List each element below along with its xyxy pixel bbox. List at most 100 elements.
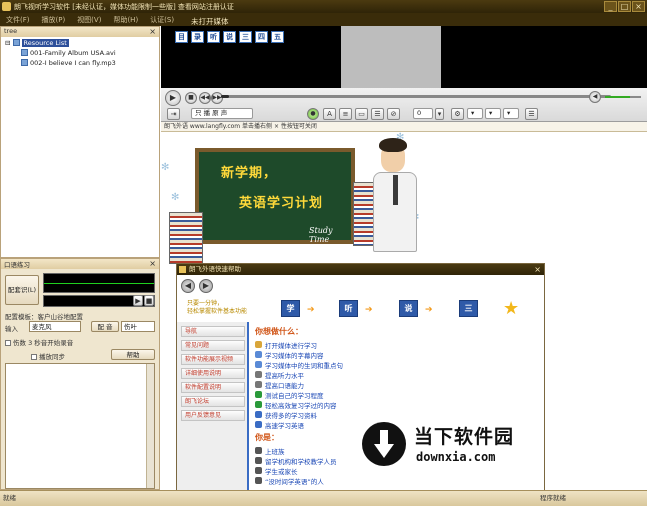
action-link-3[interactable]: 提高听力水平 (265, 370, 304, 380)
worker-icon (255, 447, 262, 454)
app-icon (179, 266, 186, 273)
action-link-2[interactable]: 学习媒体中的生词和重点句 (265, 360, 343, 370)
step-4[interactable]: 三 (459, 300, 478, 317)
setting-select-3[interactable]: ▾ (503, 108, 519, 119)
video-button-1[interactable]: 目 (175, 31, 188, 43)
close-icon[interactable]: × (149, 259, 156, 268)
role-link-2[interactable]: 学生或家长 (265, 466, 298, 476)
expand-icon[interactable]: ⊟ (5, 39, 10, 47)
subtitle-icon[interactable]: ▭ (355, 108, 368, 120)
oral-practice-header: 口语练习 × (1, 259, 159, 269)
play-icon[interactable]: ▶ (165, 90, 181, 106)
setting-select-1[interactable]: ▾ (467, 108, 483, 119)
close-icon[interactable]: × (149, 27, 156, 36)
match-button[interactable]: 配 音 (91, 321, 119, 332)
sidebar-item-nav[interactable]: 导航 (181, 326, 245, 337)
ab-repeat-icon[interactable]: A (323, 108, 336, 120)
video-button-7[interactable]: 五 (271, 31, 284, 43)
materials-icon (255, 411, 262, 418)
menu-help[interactable]: 帮助(H) (107, 13, 144, 25)
menu-file[interactable]: 文件(F) (0, 13, 36, 25)
record-button[interactable]: 配套识(L) (5, 275, 39, 305)
video-button-2[interactable]: 录 (191, 31, 204, 43)
delay-checkbox[interactable]: 伤数 3 秒音开始录音 (5, 337, 73, 347)
match-select[interactable]: 伤叶 (121, 321, 155, 332)
file-open-icon[interactable]: ⇥ (167, 108, 180, 120)
stop-record-button[interactable]: ■ (144, 295, 154, 306)
action-link-0[interactable]: 打开媒体进行学习 (265, 340, 317, 350)
volume-icon[interactable]: ◀ (589, 91, 601, 103)
rewind-icon[interactable]: ◀◀ (199, 92, 211, 104)
action-link-7[interactable]: 获得多的学习资料 (265, 410, 317, 420)
sidebar-item-feedback[interactable]: 用户反馈意见 (181, 410, 245, 421)
role-link-1[interactable]: 留学机构和学校教学人员 (265, 456, 337, 466)
menu-view[interactable]: 视图(V) (71, 13, 107, 25)
mode-select[interactable]: 只 播 原 声 (191, 108, 253, 119)
tree-item-label: 001-Family Album USA.avi (30, 49, 116, 57)
action-link-6[interactable]: 轻松高效复习学过的内容 (265, 400, 337, 410)
minimize-button[interactable]: _ (604, 1, 617, 12)
role-link-3[interactable]: “没时间学英语”的人 (265, 476, 324, 486)
action-link-5[interactable]: 测试自己的学习程度 (265, 390, 324, 400)
loop-icon[interactable]: ● (307, 108, 319, 120)
forward-icon[interactable]: ▶ (199, 279, 213, 293)
video-button-4[interactable]: 说 (223, 31, 236, 43)
list-icon[interactable]: ☰ (371, 108, 384, 120)
dictionary-icon[interactable]: ☰ (525, 108, 538, 120)
scrollbar[interactable] (146, 364, 154, 488)
volume-slider[interactable] (605, 96, 641, 98)
video-area[interactable]: 目 录 听 说 三 四 五 (161, 26, 647, 88)
play-record-button[interactable]: ▶ (133, 295, 143, 306)
sentence-icon[interactable]: ≡ (339, 108, 352, 120)
help-main: 你想做什么： 打开媒体进行学习 学习媒体的字幕内容 学习媒体中的生词和重点句 提… (255, 322, 415, 498)
maximize-button[interactable]: □ (618, 1, 631, 12)
action-link-8[interactable]: 高速学习英语 (265, 420, 304, 430)
speed-field[interactable]: 0 (413, 108, 433, 119)
close-icon[interactable]: × (534, 264, 541, 275)
practice-text-area[interactable] (5, 363, 155, 489)
step-3[interactable]: 说 (399, 300, 418, 317)
help-dialog-titlebar: 朗飞外语快速帮助 × (177, 264, 544, 275)
action-link-4[interactable]: 提高口语能力 (265, 380, 304, 390)
checkbox-icon[interactable] (31, 354, 37, 360)
help-slogan: 只要一分钟， 轻松掌握软件基本功能 (187, 300, 248, 315)
stop-icon[interactable]: ■ (185, 92, 197, 104)
sidebar-item-manual[interactable]: 详细使用说明 (181, 368, 245, 379)
menu-auth[interactable]: 认证(S) (144, 13, 180, 25)
sidebar-item-forum[interactable]: 朗飞论坛 (181, 396, 245, 407)
chalkboard-banner: 新学期， 英语学习计划 Study Time (195, 148, 355, 244)
speed-stepper-icon[interactable]: ▾ (435, 108, 444, 120)
menu-play[interactable]: 播放(P) (36, 13, 72, 25)
input-device-select[interactable]: 麦克风 (29, 321, 81, 332)
forward-icon[interactable]: ▶▶ (211, 92, 223, 104)
sidebar-item-config[interactable]: 软件配置说明 (181, 382, 245, 393)
sync-checkbox[interactable]: 播放同步 (31, 351, 65, 361)
menu-bar: 文件(F) 播放(P) 视图(V) 帮助(H) 认证(S) 未打开媒体 (0, 13, 647, 26)
sidebar-item-video[interactable]: 软件功能展示视频 (181, 354, 245, 365)
step-1[interactable]: 学 (281, 300, 300, 317)
folder-icon (255, 341, 262, 348)
video-button-5[interactable]: 三 (239, 31, 252, 43)
oral-practice-panel: 口语练习 × 配套识(L) ▶ ■ 配置模板：客户山谷地配置 输入 麦克风 配 音… (0, 258, 160, 490)
back-icon[interactable]: ◀ (181, 279, 195, 293)
clock-icon (255, 477, 262, 484)
close-button[interactable]: × (632, 1, 645, 12)
step-2[interactable]: 听 (339, 300, 358, 317)
help-button[interactable]: 帮助 (111, 349, 155, 360)
video-button-6[interactable]: 四 (255, 31, 268, 43)
folder-icon (12, 39, 20, 46)
student-hair (379, 138, 407, 152)
tree-root[interactable]: ⊟ Resource List (5, 39, 69, 47)
setting-select-2[interactable]: ▾ (485, 108, 501, 119)
video-button-3[interactable]: 听 (207, 31, 220, 43)
sidebar-item-faq[interactable]: 常见问题 (181, 340, 245, 351)
tree-item-audio[interactable]: 002-I believe I can fly.mp3 (21, 59, 116, 67)
progress-bar[interactable] (221, 95, 611, 98)
action-link-1[interactable]: 学习媒体的字幕内容 (265, 350, 324, 360)
checkbox-icon[interactable] (5, 340, 11, 346)
mute-icon[interactable]: ⊘ (387, 108, 400, 120)
banner-line-2: 英语学习计划 (239, 196, 324, 211)
settings-icon[interactable]: ⚙ (451, 108, 464, 120)
role-link-0[interactable]: 上班族 (265, 446, 285, 456)
tree-item-video[interactable]: 001-Family Album USA.avi (21, 49, 116, 57)
